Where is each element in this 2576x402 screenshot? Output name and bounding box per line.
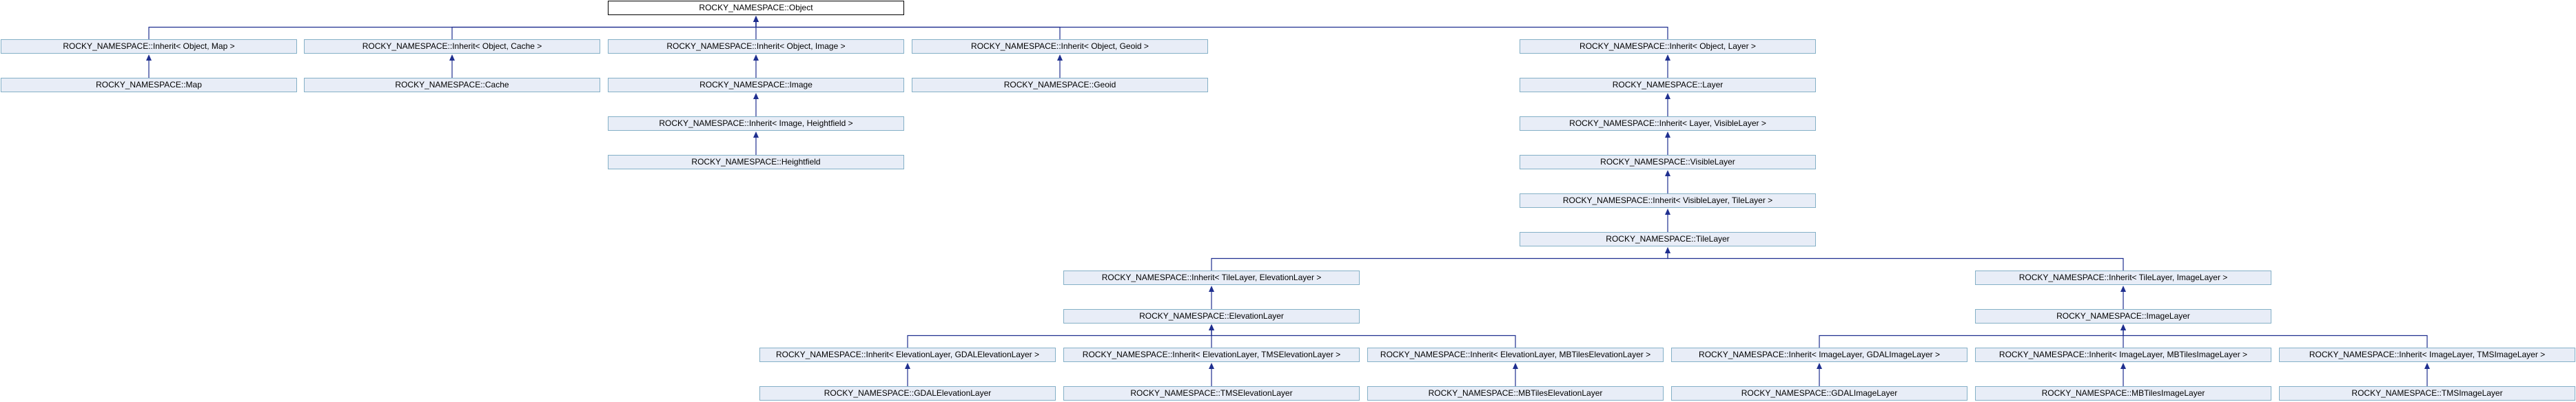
edge-inherit-object-geoid-to-object <box>755 22 1061 39</box>
edge-inherit-tilelayer-imagelayer-to-tilelayer <box>1667 253 2124 271</box>
node-object: ROCKY_NAMESPACE::Object <box>608 1 904 15</box>
node-inherit-image-heightfield[interactable]: ROCKY_NAMESPACE::Inherit< Image, Heightf… <box>608 116 904 131</box>
node-tmselevationlayer[interactable]: ROCKY_NAMESPACE::TMSElevationLayer <box>1063 386 1360 401</box>
node-tilelayer[interactable]: ROCKY_NAMESPACE::TileLayer <box>1520 232 1816 246</box>
node-inherit-elevationlayer-mbtileselevationlayer[interactable]: ROCKY_NAMESPACE::Inherit< ElevationLayer… <box>1367 348 1664 362</box>
edge-inherit-elevationlayer-gdalelevationlayer-to-elevationlayer <box>907 330 1212 348</box>
arrowhead-tilelayer-to-inherit-visiblelayer-tilelayer <box>1665 209 1670 215</box>
node-inherit-object-image[interactable]: ROCKY_NAMESPACE::Inherit< Object, Image … <box>608 39 904 54</box>
node-inherit-imagelayer-tmsimagelayer[interactable]: ROCKY_NAMESPACE::Inherit< ImageLayer, TM… <box>2279 348 2575 362</box>
arrowhead-heightfield-to-inherit-image-heightfield <box>753 131 759 138</box>
node-inherit-visiblelayer-tilelayer[interactable]: ROCKY_NAMESPACE::Inherit< VisibleLayer, … <box>1520 193 1816 208</box>
node-inherit-layer-visiblelayer[interactable]: ROCKY_NAMESPACE::Inherit< Layer, Visible… <box>1520 116 1816 131</box>
arrowhead-mbtileselevationlayer-to-inherit-elevationlayer-mbtileselevationlayer <box>1513 363 1518 369</box>
node-geoid[interactable]: ROCKY_NAMESPACE::Geoid <box>912 78 1208 92</box>
arrowhead-elevationlayer-to-inherit-tilelayer-elevationlayer <box>1209 286 1214 292</box>
node-image[interactable]: ROCKY_NAMESPACE::Image <box>608 78 904 92</box>
node-inherit-object-cache[interactable]: ROCKY_NAMESPACE::Inherit< Object, Cache … <box>304 39 600 54</box>
node-gdalimagelayer[interactable]: ROCKY_NAMESPACE::GDALImageLayer <box>1671 386 1967 401</box>
arrowhead-tmsimagelayer-to-inherit-imagelayer-tmsimagelayer <box>2424 363 2430 369</box>
node-inherit-object-layer[interactable]: ROCKY_NAMESPACE::Inherit< Object, Layer … <box>1520 39 1816 54</box>
arrowhead-inherit-visiblelayer-tilelayer-to-visiblelayer <box>1665 170 1670 176</box>
class-inheritance-diagram: ROCKY_NAMESPACE::Object ROCKY_NAMESPACE:… <box>0 0 2576 402</box>
arrowhead-map-to-inherit-object-map <box>146 54 152 61</box>
arrowhead-visiblelayer-to-inherit-layer-visiblelayer <box>1665 131 1670 138</box>
arrowhead-mbtilesimagelayer-to-inherit-imagelayer-mbtilesimagelayer <box>2120 363 2126 369</box>
arrowhead-gdalelevationlayer-to-inherit-elevationlayer-gdalelevationlayer <box>905 363 910 369</box>
node-elevationlayer[interactable]: ROCKY_NAMESPACE::ElevationLayer <box>1063 309 1360 324</box>
node-inherit-elevationlayer-gdalelevationlayer[interactable]: ROCKY_NAMESPACE::Inherit< ElevationLayer… <box>759 348 1056 362</box>
arrowhead-imagelayer-to-inherit-tilelayer-imagelayer <box>2120 286 2126 292</box>
edge-inherit-object-cache-to-object <box>451 22 757 39</box>
node-inherit-imagelayer-gdalimagelayer[interactable]: ROCKY_NAMESPACE::Inherit< ImageLayer, GD… <box>1671 348 1967 362</box>
arrowhead-geoid-to-inherit-object-geoid <box>1057 54 1063 61</box>
edge-inherit-elevationlayer-mbtileselevationlayer-to-elevationlayer <box>1211 330 1516 348</box>
arrowhead-gdalimagelayer-to-inherit-imagelayer-gdalimagelayer <box>1817 363 1822 369</box>
node-inherit-tilelayer-imagelayer[interactable]: ROCKY_NAMESPACE::Inherit< TileLayer, Ima… <box>1975 271 2271 285</box>
node-tmsimagelayer[interactable]: ROCKY_NAMESPACE::TMSImageLayer <box>2279 386 2575 401</box>
node-map[interactable]: ROCKY_NAMESPACE::Map <box>1 78 297 92</box>
inheritance-edges <box>146 16 2430 386</box>
node-mbtilesimagelayer[interactable]: ROCKY_NAMESPACE::MBTilesImageLayer <box>1975 386 2271 401</box>
node-heightfield[interactable]: ROCKY_NAMESPACE::Heightfield <box>608 155 904 169</box>
arrowhead-inherit-image-heightfield-to-image <box>753 93 759 99</box>
arrowhead-inherit-layer-visiblelayer-to-layer <box>1665 93 1670 99</box>
node-inherit-elevationlayer-tmselevationlayer[interactable]: ROCKY_NAMESPACE::Inherit< ElevationLayer… <box>1063 348 1360 362</box>
node-inherit-tilelayer-elevationlayer[interactable]: ROCKY_NAMESPACE::Inherit< TileLayer, Ele… <box>1063 271 1360 285</box>
arrowhead-image-to-inherit-object-image <box>753 54 759 61</box>
edge-inherit-imagelayer-gdalimagelayer-to-imagelayer <box>1819 330 2124 348</box>
node-gdalelevationlayer[interactable]: ROCKY_NAMESPACE::GDALElevationLayer <box>759 386 1056 401</box>
node-visiblelayer[interactable]: ROCKY_NAMESPACE::VisibleLayer <box>1520 155 1816 169</box>
node-imagelayer[interactable]: ROCKY_NAMESPACE::ImageLayer <box>1975 309 2271 324</box>
edge-inherit-imagelayer-tmsimagelayer-to-imagelayer <box>2123 330 2428 348</box>
arrowhead-cache-to-inherit-object-cache <box>449 54 455 61</box>
arrowhead-layer-to-inherit-object-layer <box>1665 54 1670 61</box>
arrowhead-inherit-elevationlayer-mbtileselevationlayer-to-elevationlayer <box>1209 324 1214 330</box>
arrowhead-inherit-imagelayer-tmsimagelayer-to-imagelayer <box>2120 324 2126 330</box>
node-mbtileselevationlayer[interactable]: ROCKY_NAMESPACE::MBTilesElevationLayer <box>1367 386 1664 401</box>
edge-inherit-object-layer-to-object <box>755 22 1668 39</box>
arrowhead-tmselevationlayer-to-inherit-elevationlayer-tmselevationlayer <box>1209 363 1214 369</box>
node-inherit-object-geoid[interactable]: ROCKY_NAMESPACE::Inherit< Object, Geoid … <box>912 39 1208 54</box>
arrowhead-inherit-object-layer-to-object <box>753 16 759 22</box>
node-cache[interactable]: ROCKY_NAMESPACE::Cache <box>304 78 600 92</box>
node-inherit-object-map[interactable]: ROCKY_NAMESPACE::Inherit< Object, Map > <box>1 39 297 54</box>
node-layer[interactable]: ROCKY_NAMESPACE::Layer <box>1520 78 1816 92</box>
node-inherit-imagelayer-mbtilesimagelayer[interactable]: ROCKY_NAMESPACE::Inherit< ImageLayer, MB… <box>1975 348 2271 362</box>
edge-inherit-tilelayer-elevationlayer-to-tilelayer <box>1211 253 1668 271</box>
arrowhead-inherit-tilelayer-imagelayer-to-tilelayer <box>1665 247 1670 253</box>
